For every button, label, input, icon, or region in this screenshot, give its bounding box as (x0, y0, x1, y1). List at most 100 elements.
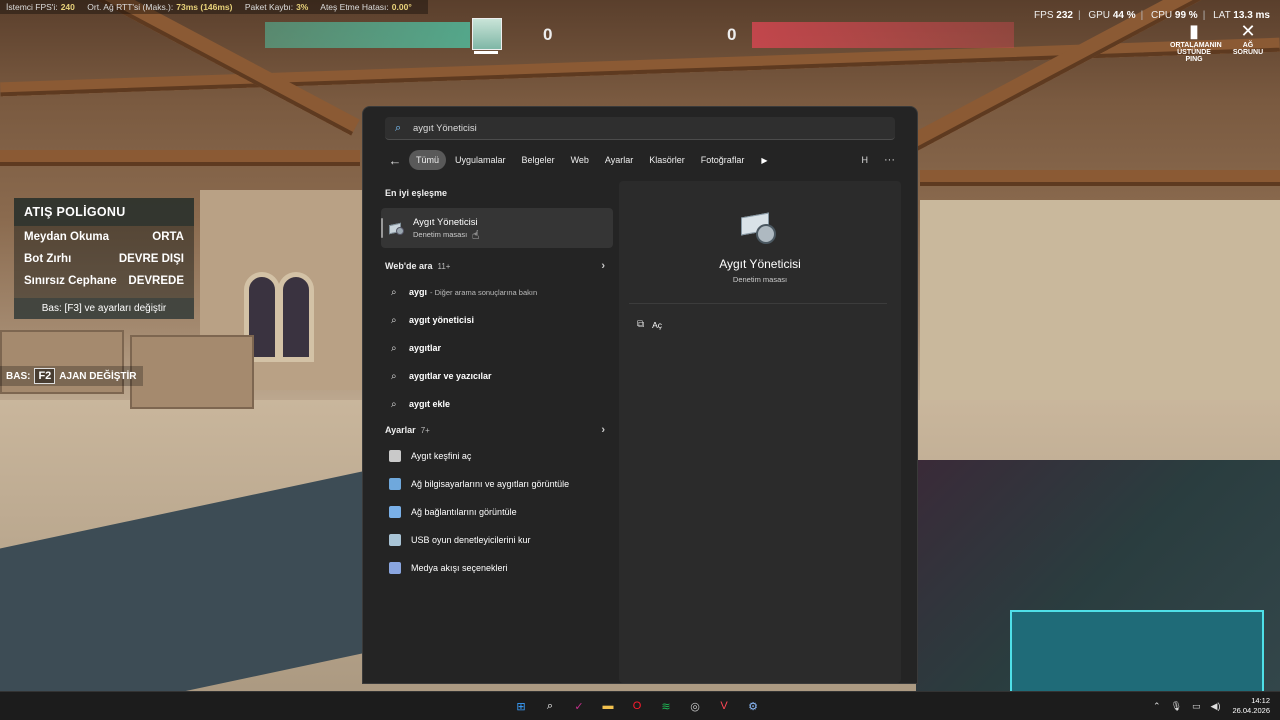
range-row-label: Meydan Okuma (24, 231, 109, 243)
settings-result[interactable]: Aygıt keşfini aç (381, 442, 613, 470)
search-icon[interactable]: ⌕ (540, 696, 560, 716)
clock[interactable]: 14:12 26.04.2026 (1232, 696, 1270, 716)
web-result[interactable]: ⌕ aygı - Diğer arama sonuçlarına bakın (381, 278, 613, 306)
arched-window (278, 272, 314, 362)
start-icon[interactable]: ⊞ (511, 696, 531, 716)
filter-apps[interactable]: Uygulamalar (448, 150, 513, 170)
filter-photos[interactable]: Fotoğraflar (694, 150, 752, 170)
settings-result-label: Medya akışı seçenekleri (411, 563, 508, 573)
web-result[interactable]: ⌕ aygıtlar ve yazıcılar (381, 362, 613, 390)
range-row: Meydan Okuma ORTA (14, 226, 194, 248)
web-result[interactable]: ⌕ aygıtlar (381, 334, 613, 362)
chevron-right-icon: › (601, 424, 605, 436)
fps-value: 232 (1056, 10, 1073, 21)
start-search-panel: ⌕ aygıt Yöneticisi ← Tümü Uygulamalar Be… (362, 106, 918, 684)
key-f2: F2 (34, 368, 56, 384)
result-detail-pane: Aygıt Yöneticisi Denetim masası ⧉ Aç (619, 181, 901, 683)
open-action[interactable]: ⧉ Aç (637, 319, 662, 330)
clock-time: 14:12 (1251, 696, 1270, 705)
fps-label: FPS (1034, 10, 1054, 21)
filter-settings[interactable]: Ayarlar (598, 150, 640, 170)
weapon-screen (1010, 610, 1264, 696)
filter-folders[interactable]: Klasörler (642, 150, 692, 170)
roof-beam (920, 170, 1280, 186)
settings-result-label: Ağ bilgisayarlarını ve aygıtları görüntü… (411, 479, 570, 489)
best-match-header-label: En iyi eşleşme (385, 188, 448, 198)
best-match-item[interactable]: Aygıt Yöneticisi Denetim masası ☝ (381, 208, 613, 248)
range-row-label: Bot Zırhı (24, 253, 72, 265)
settings-icon[interactable]: ⚙ (743, 696, 763, 716)
app-icon[interactable]: ✓ (569, 696, 589, 716)
settings-result-label: USB oyun denetleyicilerini kur (411, 535, 531, 545)
search-icon: ⌕ (391, 314, 397, 326)
roof-beam (0, 0, 360, 136)
net-stat-label: Ateş Etme Hatası: (320, 2, 389, 12)
range-row-value: DEVREDE (128, 275, 184, 287)
network-icon[interactable]: ▭ (1192, 701, 1201, 712)
net-stat-value: 73ms (146ms) (176, 2, 233, 12)
best-match-text: Aygıt Yöneticisi Denetim masası (413, 217, 478, 239)
folder-icon[interactable]: ▬ (598, 696, 618, 716)
filter-all[interactable]: Tümü (409, 150, 447, 170)
selection-accent (381, 218, 383, 238)
search-icon: ⌕ (391, 370, 397, 382)
game-controller-icon (389, 534, 401, 546)
net-stat-label: Ort. Ağ RTT'si (Maks.): (87, 2, 174, 12)
search-filters: ← Tümü Uygulamalar Belgeler Web Ayarlar … (385, 150, 895, 170)
taskbar: ⊞ ⌕ ✓ ▬ O ≋ ◎ V ⚙ ⌃ 🎙 ▭ ◀) 14:12 26.04.2026 (0, 691, 1280, 720)
filter-web[interactable]: Web (564, 150, 596, 170)
range-row-value: DEVRE DIŞI (118, 253, 184, 265)
opera-icon[interactable]: O (627, 696, 647, 716)
microphone-icon[interactable]: 🎙 (1171, 701, 1182, 712)
web-result[interactable]: ⌕ aygıt ekle (381, 390, 613, 418)
search-input[interactable]: ⌕ aygıt Yöneticisi (385, 117, 895, 140)
settings-count: 7+ (420, 425, 430, 435)
range-row-label: Sınırsız Cephane (24, 275, 117, 287)
chevron-up-icon[interactable]: ⌃ (1153, 701, 1161, 712)
range-row: Sınırsız Cephane DEVREDE (14, 270, 194, 292)
best-match-header: En iyi eşleşme (381, 182, 613, 204)
net-stat: Paket Kaybı: 3% (245, 2, 309, 12)
signal-bars-icon: ▮ (1189, 21, 1199, 41)
mouse-cursor-icon: ☝ (472, 228, 480, 242)
volume-icon[interactable]: ◀) (1211, 701, 1221, 712)
settings-result[interactable]: Ağ bağlantılarını görüntüle (381, 498, 613, 526)
media-streaming-icon (389, 562, 401, 574)
net-stat: Ateş Etme Hatası: 0.00° (320, 2, 411, 12)
net-stat-label: Paket Kaybı: (244, 2, 294, 12)
system-tray: ⌃ 🎙 ▭ ◀) 14:12 26.04.2026 (1143, 696, 1270, 716)
network-warnings: ▮ ORTALAMANIN ÜSTÜNDE PING ✕ AĞ SORUNU (1160, 20, 1266, 63)
search-icon: ⌕ (391, 398, 397, 410)
detail-subtitle: Denetim masası (732, 275, 788, 284)
back-arrow-icon[interactable]: ← (385, 153, 405, 168)
more-filters-icon[interactable]: ▶ (761, 156, 767, 165)
range-row: Bot Zırhı DEVRE DIŞI (14, 248, 194, 270)
clock-date: 26.04.2026 (1232, 706, 1270, 715)
network-problem-warning: ✕ AĞ SORUNU (1230, 20, 1266, 56)
web-result-text: aygı (409, 287, 428, 297)
network-stats-bar: İstemci FPS'i: 240 Ort. Ağ RTT'si (Maks.)… (0, 0, 428, 14)
valorant-icon[interactable]: V (714, 696, 734, 716)
web-count: 11+ (437, 261, 451, 271)
team-right-bar (752, 22, 1014, 48)
settings-result-label: Ağ bağlantılarını görüntüle (411, 507, 517, 517)
web-result[interactable]: ⌕ aygıt yöneticisi (381, 306, 613, 334)
agent-switch-label: AJAN DEĞİŞTİR (59, 370, 137, 382)
crate (130, 335, 254, 409)
web-search-header[interactable]: Web'de ara 11+ › (381, 254, 613, 278)
settings-result[interactable]: Ağ bilgisayarlarını ve aygıtları görüntü… (381, 470, 613, 498)
search-query: aygıt Yöneticisi (413, 122, 477, 134)
net-stat: İstemci FPS'i: 240 (6, 2, 75, 12)
more-options-icon[interactable]: ··· (884, 154, 895, 166)
chevron-right-icon: › (601, 260, 605, 272)
settings-result[interactable]: USB oyun denetleyicilerini kur (381, 526, 613, 554)
spotify-icon[interactable]: ≋ (656, 696, 676, 716)
web-result-text: aygıt ekle (409, 399, 451, 409)
settings-result[interactable]: Medya akışı seçenekleri (381, 554, 613, 582)
open-external-icon: ⧉ (637, 319, 645, 330)
agent-health-bar (474, 51, 498, 54)
steam-icon[interactable]: ◎ (685, 696, 705, 716)
filter-documents[interactable]: Belgeler (515, 150, 562, 170)
settings-header[interactable]: Ayarlar 7+ › (381, 418, 613, 442)
account-avatar[interactable]: H (862, 155, 869, 165)
